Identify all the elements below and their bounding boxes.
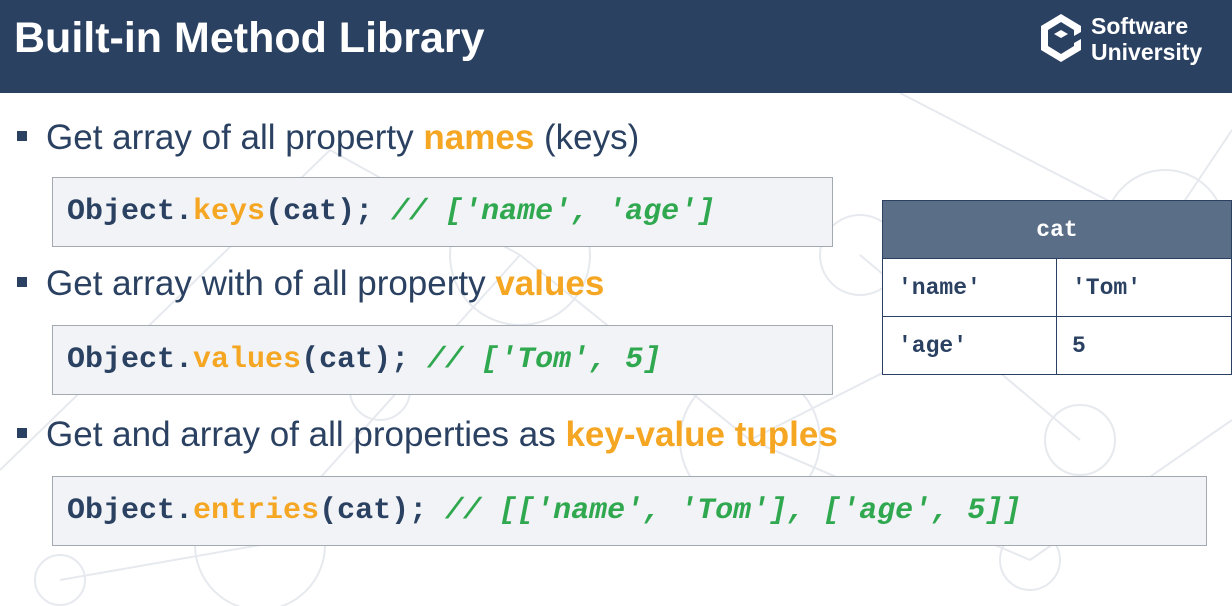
bullet-marker xyxy=(17,427,27,438)
code-method: entries xyxy=(193,494,320,528)
code-block-values: Object.values(cat); // ['Tom', 5] xyxy=(52,325,833,395)
slide-title: Built-in Method Library xyxy=(14,14,485,62)
bullet-entries: Get and array of all properties as key-v… xyxy=(17,415,838,455)
logo-line-2: University xyxy=(1091,39,1203,65)
code-object: Object xyxy=(67,195,176,229)
code-block-entries: Object.entries(cat); // [['name', 'Tom']… xyxy=(52,476,1207,546)
bullet-highlight: key-value tuples xyxy=(565,415,838,454)
code-args: (cat); xyxy=(301,343,428,377)
table-row: 'age' 5 xyxy=(882,316,1232,375)
bullet-text-after: (keys) xyxy=(534,118,640,157)
code-comment: // [['name', 'Tom'], ['age', 5]] xyxy=(445,494,1022,528)
code-method: values xyxy=(193,343,302,377)
bullet-marker xyxy=(17,130,27,141)
code-comment: // ['name', 'age'] xyxy=(391,195,716,229)
table-cell-key: 'age' xyxy=(882,316,1057,375)
table-header-row: cat xyxy=(882,200,1232,259)
bullet-keys: Get array of all property names (keys) xyxy=(17,118,639,158)
bullet-marker xyxy=(17,276,27,287)
code-block-keys: Object.keys(cat); // ['name', 'age'] xyxy=(52,177,833,247)
logo: Software University xyxy=(1036,10,1232,70)
table-cell-key: 'name' xyxy=(882,258,1057,317)
code-args: (cat); xyxy=(265,195,392,229)
cat-object-table: cat 'name' 'Tom' 'age' 5 xyxy=(882,200,1232,375)
bullet-highlight: names xyxy=(423,118,535,157)
bullet-highlight: values xyxy=(495,264,605,303)
bullet-text-before: Get array of all property xyxy=(46,118,424,157)
table-cell-value: 5 xyxy=(1056,316,1232,375)
code-dot: . xyxy=(175,494,194,528)
code-args: (cat); xyxy=(319,494,446,528)
logo-text: Software University xyxy=(1091,13,1202,65)
bullet-text-before: Get and array of all properties as xyxy=(46,415,566,454)
logo-line-1: Software xyxy=(1091,13,1189,39)
software-university-logo-icon xyxy=(1041,14,1081,62)
table-row: 'name' 'Tom' xyxy=(882,258,1232,317)
table-cell-value: 'Tom' xyxy=(1056,258,1232,317)
bullet-text-before: Get array with of all property xyxy=(46,264,496,303)
table-header-cat: cat xyxy=(882,200,1232,259)
bullet-values: Get array with of all property values xyxy=(17,264,604,304)
code-method: keys xyxy=(193,195,266,229)
code-dot: . xyxy=(175,195,194,229)
code-object: Object xyxy=(67,343,176,377)
code-object: Object xyxy=(67,494,176,528)
slide-header: Built-in Method Library Software Univers… xyxy=(0,0,1232,93)
code-comment: // ['Tom', 5] xyxy=(427,343,662,377)
code-dot: . xyxy=(175,343,194,377)
